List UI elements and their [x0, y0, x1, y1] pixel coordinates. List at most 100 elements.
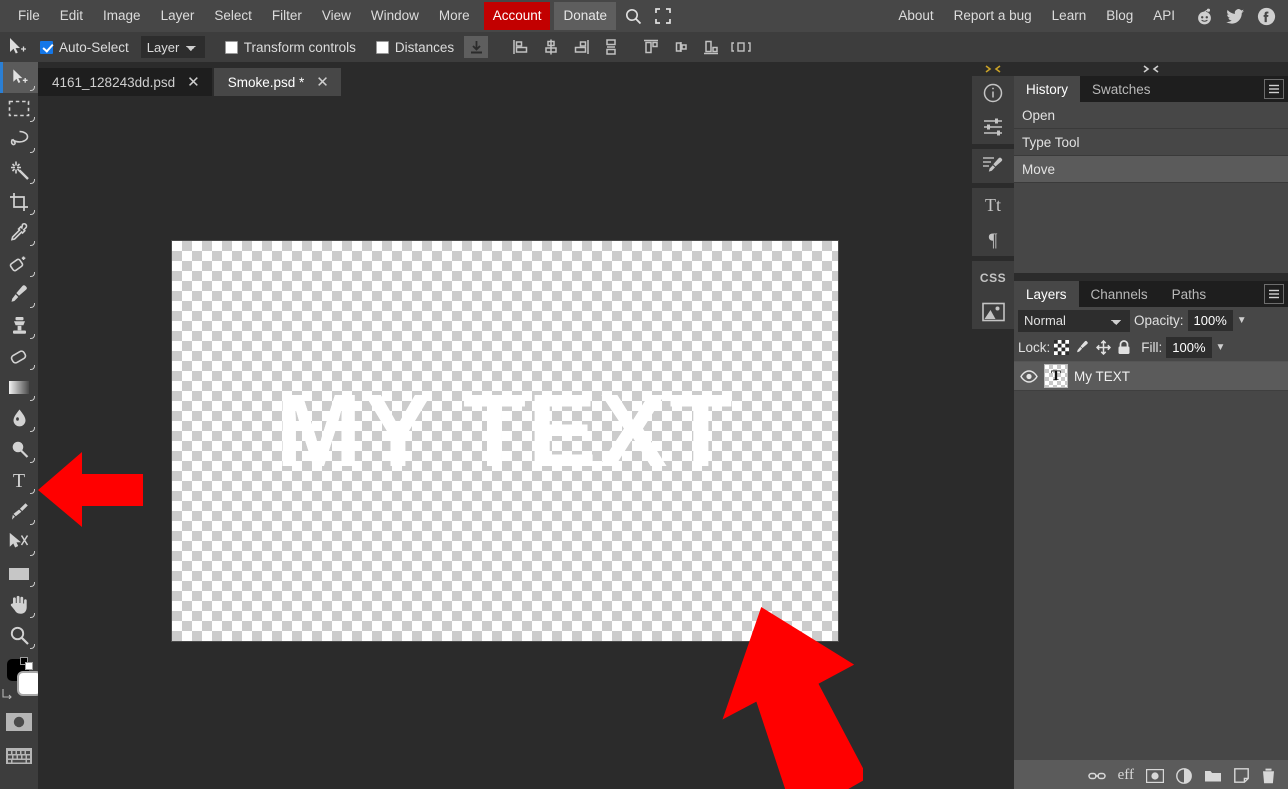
history-item-move[interactable]: Move [1014, 156, 1288, 183]
transform-controls-checkbox[interactable]: Transform controls [225, 40, 356, 55]
pen-tool[interactable] [0, 496, 38, 527]
lock-image-icon[interactable] [1075, 340, 1090, 355]
menu-more[interactable]: More [429, 3, 480, 29]
tab-channels[interactable]: Channels [1079, 281, 1160, 307]
donate-button[interactable]: Donate [554, 2, 616, 30]
paragraph-icon[interactable]: ¶ [972, 222, 1014, 256]
clone-stamp-tool[interactable] [0, 310, 38, 341]
path-select-tool[interactable] [0, 527, 38, 558]
search-icon[interactable] [620, 3, 646, 29]
lasso-tool[interactable] [0, 124, 38, 155]
menu-report-a-bug[interactable]: Report a bug [944, 3, 1042, 29]
panel-menu-icon[interactable] [1264, 79, 1284, 99]
opacity-value[interactable]: 100% [1188, 310, 1233, 331]
magic-wand-tool[interactable] [0, 155, 38, 186]
move-tool-icon[interactable] [0, 32, 34, 62]
menu-view[interactable]: View [312, 3, 361, 29]
facebook-icon[interactable] [1254, 4, 1278, 28]
collapse-panel-icon[interactable] [972, 62, 1014, 76]
dodge-tool[interactable] [0, 434, 38, 465]
adjustments-icon[interactable] [972, 110, 1014, 144]
link-layers-icon[interactable] [1088, 770, 1106, 782]
move-tool[interactable] [0, 62, 38, 93]
tab-paths[interactable]: Paths [1160, 281, 1219, 307]
tab-swatches[interactable]: Swatches [1080, 76, 1163, 102]
eraser-tool[interactable] [0, 341, 38, 372]
align-right-icon[interactable] [566, 33, 596, 61]
account-button[interactable]: Account [484, 2, 551, 30]
eyedropper-tool[interactable] [0, 217, 38, 248]
menu-file[interactable]: File [8, 3, 50, 29]
new-group-icon[interactable] [1204, 769, 1222, 783]
menu-learn[interactable]: Learn [1042, 3, 1097, 29]
delete-layer-icon[interactable] [1261, 768, 1276, 784]
distribute-bottom-icon[interactable] [696, 33, 726, 61]
swap-colors-icon[interactable] [2, 688, 13, 699]
shape-tool[interactable] [0, 558, 38, 589]
lock-position-icon[interactable] [1096, 340, 1111, 355]
history-item-type-tool[interactable]: Type Tool [1014, 129, 1288, 156]
crop-tool[interactable] [0, 186, 38, 217]
align-left-icon[interactable] [506, 33, 536, 61]
tab-close-icon[interactable]: ✕ [316, 75, 329, 90]
distribute-top-icon[interactable] [636, 33, 666, 61]
document-canvas[interactable]: MY TEXT [172, 241, 838, 641]
tab-close-icon[interactable]: ✕ [187, 75, 200, 90]
distances-checkbox[interactable]: Distances [376, 40, 454, 55]
history-list[interactable]: Open Type Tool Move [1014, 102, 1288, 273]
menu-edit[interactable]: Edit [50, 3, 93, 29]
tab-smoke-psd[interactable]: Smoke.psd * ✕ [214, 68, 341, 96]
menu-api[interactable]: API [1143, 3, 1185, 29]
panel-menu-icon[interactable] [1264, 284, 1284, 304]
tab-layers[interactable]: Layers [1014, 281, 1079, 307]
canvas-area[interactable]: MY TEXT [38, 96, 972, 789]
tab-history[interactable]: History [1014, 76, 1080, 102]
css-icon[interactable]: CSS [972, 261, 1014, 295]
character-icon[interactable]: Tt [972, 188, 1014, 222]
image-icon[interactable] [972, 295, 1014, 329]
lock-all-icon[interactable] [1117, 340, 1131, 355]
gradient-tool[interactable] [0, 372, 38, 403]
zoom-tool[interactable] [0, 620, 38, 651]
menu-window[interactable]: Window [361, 3, 429, 29]
auto-select-checkbox[interactable]: Auto-Select [40, 40, 129, 55]
rectangular-marquee-tool[interactable] [0, 93, 38, 124]
quick-mask-icon[interactable] [0, 707, 38, 737]
tab-4161-128243dd-psd[interactable]: 4161_128243dd.psd ✕ [38, 68, 212, 96]
type-tool[interactable]: T [0, 465, 38, 496]
menu-layer[interactable]: Layer [151, 3, 205, 29]
layer-mask-icon[interactable] [1146, 769, 1164, 783]
layer-row-my-text[interactable]: T My TEXT [1014, 361, 1288, 391]
menu-blog[interactable]: Blog [1096, 3, 1143, 29]
menu-select[interactable]: Select [204, 3, 262, 29]
layer-scope-select[interactable]: Layer [141, 36, 205, 58]
adjustment-layer-icon[interactable] [1176, 768, 1192, 784]
layer-thumbnail[interactable]: T [1044, 364, 1068, 388]
default-colors-icon[interactable] [20, 657, 34, 671]
menu-image[interactable]: Image [93, 3, 151, 29]
info-icon[interactable] [972, 76, 1014, 110]
fill-value[interactable]: 100% [1166, 337, 1211, 358]
align-middle-icon[interactable] [596, 33, 626, 61]
distribute-spacing-icon[interactable] [726, 33, 756, 61]
brush-tool[interactable] [0, 279, 38, 310]
transform-controls-checkbox-box[interactable] [225, 41, 238, 54]
blur-tool[interactable] [0, 403, 38, 434]
layer-visibility-icon[interactable] [1020, 370, 1038, 383]
fill-dropdown-icon[interactable]: ▼ [1216, 342, 1226, 353]
menu-filter[interactable]: Filter [262, 3, 312, 29]
opacity-dropdown-icon[interactable]: ▼ [1237, 315, 1247, 326]
fullscreen-icon[interactable] [650, 3, 676, 29]
auto-select-checkbox-box[interactable] [40, 41, 53, 54]
color-swatches[interactable] [0, 655, 38, 703]
align-center-horizontal-icon[interactable] [536, 33, 566, 61]
brush-settings-icon[interactable] [972, 149, 1014, 183]
menu-about[interactable]: About [888, 3, 943, 29]
history-item-open[interactable]: Open [1014, 102, 1288, 129]
reddit-icon[interactable] [1192, 4, 1216, 28]
download-icon[interactable] [464, 36, 488, 58]
blend-mode-select[interactable]: Normal [1018, 310, 1130, 332]
layer-name[interactable]: My TEXT [1074, 369, 1130, 384]
hand-tool[interactable] [0, 589, 38, 620]
distribute-center-icon[interactable] [666, 33, 696, 61]
